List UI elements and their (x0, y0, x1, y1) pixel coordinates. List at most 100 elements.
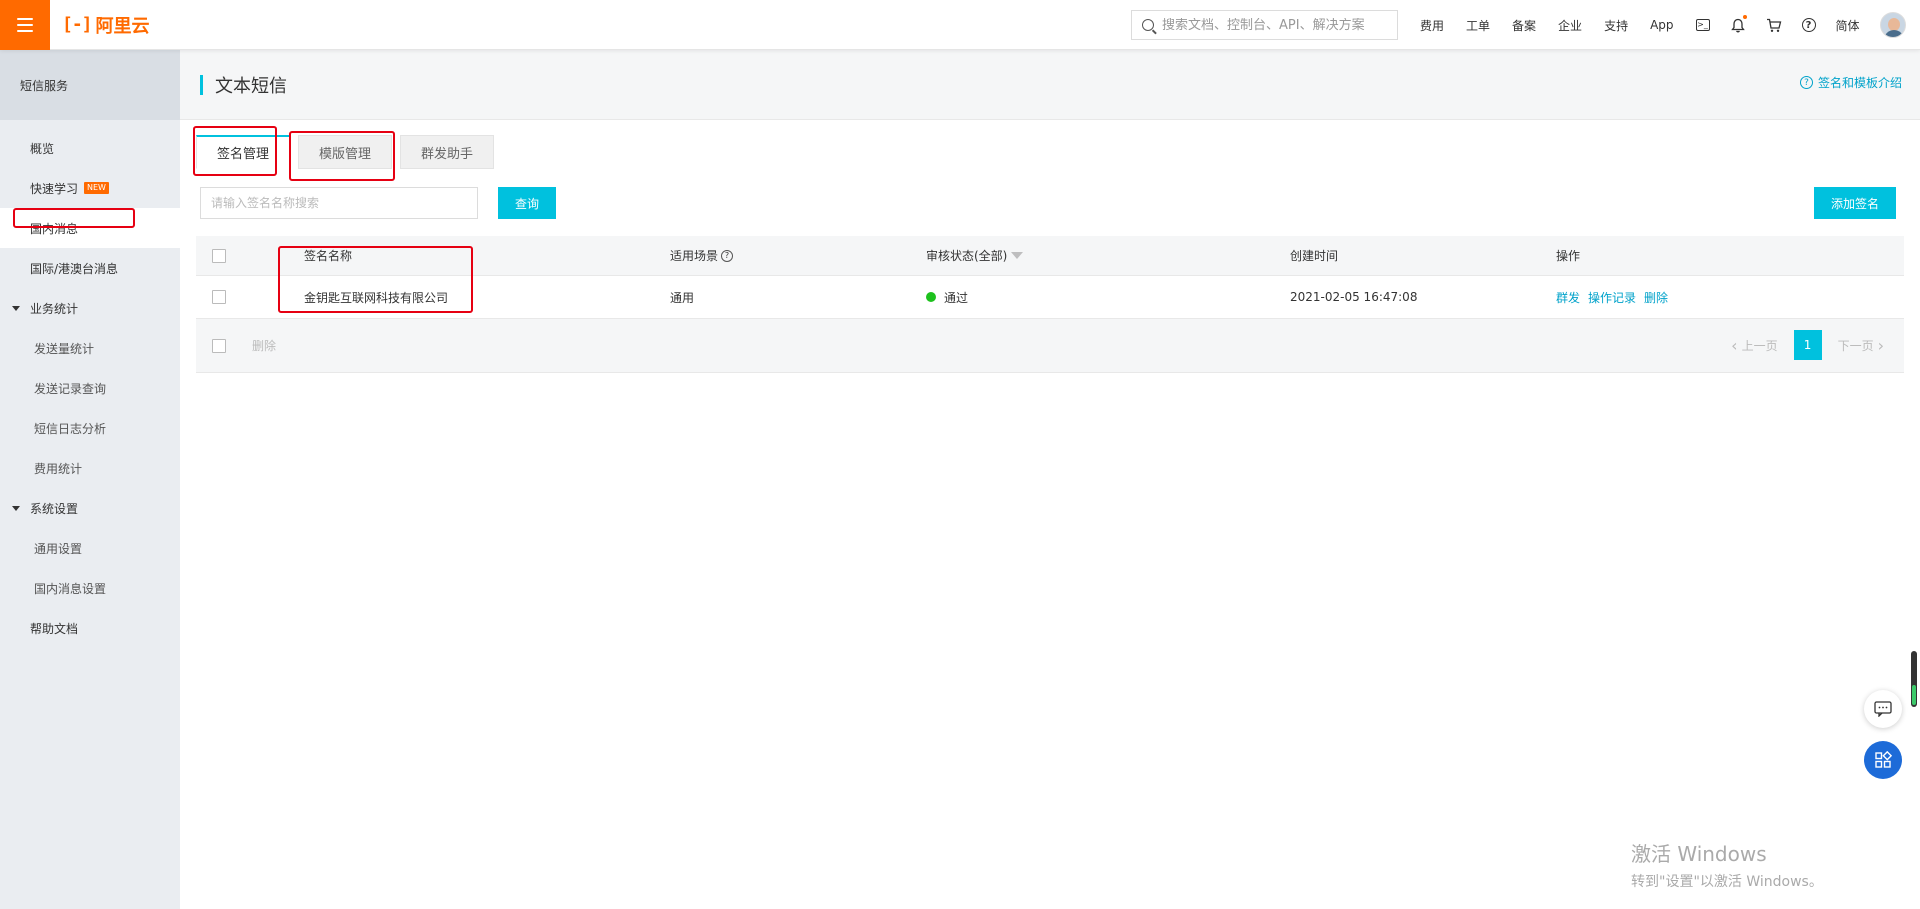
select-all-checkbox[interactable] (212, 248, 226, 263)
sidebar-item-log-analysis[interactable]: 短信日志分析 (0, 408, 180, 448)
scroll-indicator[interactable] (1911, 651, 1917, 707)
sidebar-item-label: 发送记录查询 (34, 381, 107, 396)
tab-bulk-send-assistant[interactable]: 群发助手 (400, 135, 495, 169)
signature-status: 通过 (926, 289, 1290, 306)
row-actions: 群发 操作记录 删除 (1556, 289, 1904, 306)
sidebar-item-label: 概览 (30, 141, 55, 156)
chevron-right-icon: › (1877, 335, 1884, 355)
sidebar-item-cost-stats[interactable]: 费用统计 (0, 448, 180, 488)
bell-icon[interactable] (1730, 15, 1747, 33)
tab-bar: 签名管理 模版管理 群发助手 (196, 135, 502, 169)
sidebar-item-label: 短信日志分析 (34, 421, 107, 436)
aliyun-logo-text: 阿里云 (95, 15, 150, 37)
nav-app[interactable]: App (1650, 18, 1673, 32)
sidebar-item-send-records[interactable]: 发送记录查询 (0, 368, 180, 408)
batch-delete-button[interactable]: 删除 (252, 337, 276, 354)
watermark-line-1: 激活 Windows (1631, 842, 1767, 866)
global-search-input[interactable] (1162, 17, 1387, 33)
filter-icon[interactable] (1011, 252, 1024, 259)
nav-tickets[interactable]: 工单 (1466, 17, 1490, 34)
chat-icon (1874, 701, 1892, 717)
signature-table: 签名名称 适用场景? 审核状态(全部) 创建时间 操作 金钥匙互联网科技有限公司… (196, 236, 1904, 373)
sidebar-item-overview[interactable]: 概览 (0, 128, 180, 168)
table-header: 签名名称 适用场景? 审核状态(全部) 创建时间 操作 (196, 236, 1904, 276)
help-link-label: 签名和模板介绍 (1817, 76, 1902, 90)
sidebar-item-send-stats[interactable]: 发送量统计 (0, 328, 180, 368)
sidebar-item-label: 帮助文档 (30, 621, 79, 636)
aliyun-logo-mark: [-] (62, 14, 92, 35)
windows-activation-watermark: 激活 Windows 转到"设置"以激活 Windows。 (1631, 838, 1823, 891)
add-signature-button[interactable]: 添加签名 (1814, 187, 1896, 219)
sidebar-group-system-settings[interactable]: 系统设置 (0, 488, 180, 528)
delete-link[interactable]: 删除 (1644, 289, 1668, 306)
title-accent-bar (200, 74, 203, 95)
main-content: 文本短信 ? 签名和模板介绍 签名管理 模版管理 群发助手 查询 添加签名 签名… (180, 50, 1920, 909)
hamburger-menu-button[interactable] (0, 0, 50, 50)
tab-template-management[interactable]: 模版管理 (298, 135, 393, 169)
sidebar-item-label: 国内消息 (30, 221, 79, 236)
sidebar-group-business-stats[interactable]: 业务统计 (0, 288, 180, 328)
sidebar-item-help-docs[interactable]: 帮助文档 (0, 608, 180, 648)
column-header-status: 审核状态(全部) (926, 247, 1290, 264)
sidebar-item-label: 发送量统计 (34, 341, 95, 356)
column-header-status-label: 审核状态(全部) (926, 249, 1008, 263)
notification-dot (1742, 15, 1747, 19)
nav-icp-filing[interactable]: 备案 (1512, 17, 1536, 34)
watermark-line-2: 转到"设置"以激活 Windows。 (1631, 874, 1823, 890)
nav-enterprise[interactable]: 企业 (1558, 17, 1582, 34)
signature-template-intro-link[interactable]: ? 签名和模板介绍 (1799, 74, 1902, 91)
row-checkbox[interactable] (212, 290, 226, 304)
global-search-box[interactable] (1131, 10, 1398, 40)
caret-down-icon (12, 305, 20, 311)
query-button[interactable]: 查询 (498, 187, 556, 219)
top-nav-links: 费用 工单 备案 企业 支持 App >_ ? 简体 (1420, 0, 1882, 50)
sidebar-group-label: 业务统计 (30, 301, 79, 316)
help-icon[interactable]: ? (1801, 18, 1816, 32)
aliyun-logo[interactable]: [-] 阿里云 (62, 12, 150, 38)
language-switch[interactable]: 简体 (1836, 17, 1860, 34)
table-footer: 删除 ‹ 上一页 1 下一页 › (196, 319, 1904, 373)
sidebar-item-label: 通用设置 (34, 541, 83, 556)
status-ok-dot (926, 292, 936, 302)
cart-icon[interactable] (1766, 17, 1782, 33)
new-badge: NEW (84, 182, 109, 194)
apps-float-button[interactable] (1864, 741, 1902, 779)
footer-select-all-checkbox[interactable] (212, 338, 226, 353)
search-icon (1142, 19, 1154, 31)
bulk-send-link[interactable]: 群发 (1556, 289, 1580, 306)
sidebar-group-label: 系统设置 (30, 501, 79, 516)
apps-icon (1875, 751, 1892, 768)
signature-search-input[interactable] (200, 187, 478, 219)
chat-float-button[interactable] (1864, 690, 1902, 728)
table-row: 金钥匙互联网科技有限公司 通用 通过 2021-02-05 16:47:08 群… (196, 276, 1904, 319)
sidebar-item-domestic-messages[interactable]: 国内消息 (0, 208, 180, 248)
signature-search-row: 查询 (200, 187, 556, 219)
tab-signature-management[interactable]: 签名管理 (196, 135, 291, 169)
page-header: 文本短信 ? 签名和模板介绍 (180, 50, 1920, 120)
next-page-label: 下一页 (1837, 338, 1874, 353)
nav-support[interactable]: 支持 (1604, 17, 1628, 34)
sidebar-menu: 概览 快速学习 NEW 国内消息 国际/港澳台消息 业务统计 发送量统计 发送记录… (0, 120, 180, 648)
page-1-button[interactable]: 1 (1793, 330, 1822, 360)
console-icon[interactable]: >_ (1695, 19, 1710, 31)
sidebar-item-international-messages[interactable]: 国际/港澳台消息 (0, 248, 180, 288)
pagination: ‹ 上一页 1 下一页 › (1727, 330, 1888, 360)
column-header-ops: 操作 (1556, 249, 1581, 263)
column-header-name: 签名名称 (304, 249, 353, 263)
column-header-scene: 适用场景? (670, 247, 926, 264)
sidebar-item-label: 费用统计 (34, 461, 83, 476)
operation-records-link[interactable]: 操作记录 (1588, 289, 1636, 306)
sidebar-item-quick-learn[interactable]: 快速学习 NEW (0, 168, 180, 208)
prev-page-button[interactable]: ‹ 上一页 (1727, 336, 1777, 355)
question-icon[interactable]: ? (721, 249, 734, 262)
user-avatar[interactable] (1880, 12, 1906, 38)
prev-page-label: 上一页 (1741, 338, 1778, 353)
sidebar-item-domestic-settings[interactable]: 国内消息设置 (0, 568, 180, 608)
nav-fees[interactable]: 费用 (1420, 17, 1444, 34)
sidebar-item-general-settings[interactable]: 通用设置 (0, 528, 180, 568)
column-header-created: 创建时间 (1290, 249, 1339, 263)
chevron-left-icon: ‹ (1731, 335, 1738, 355)
sidebar-item-label: 国内消息设置 (34, 581, 107, 596)
next-page-button[interactable]: 下一页 › (1838, 336, 1888, 355)
sidebar-item-label: 国际/港澳台消息 (30, 261, 119, 276)
